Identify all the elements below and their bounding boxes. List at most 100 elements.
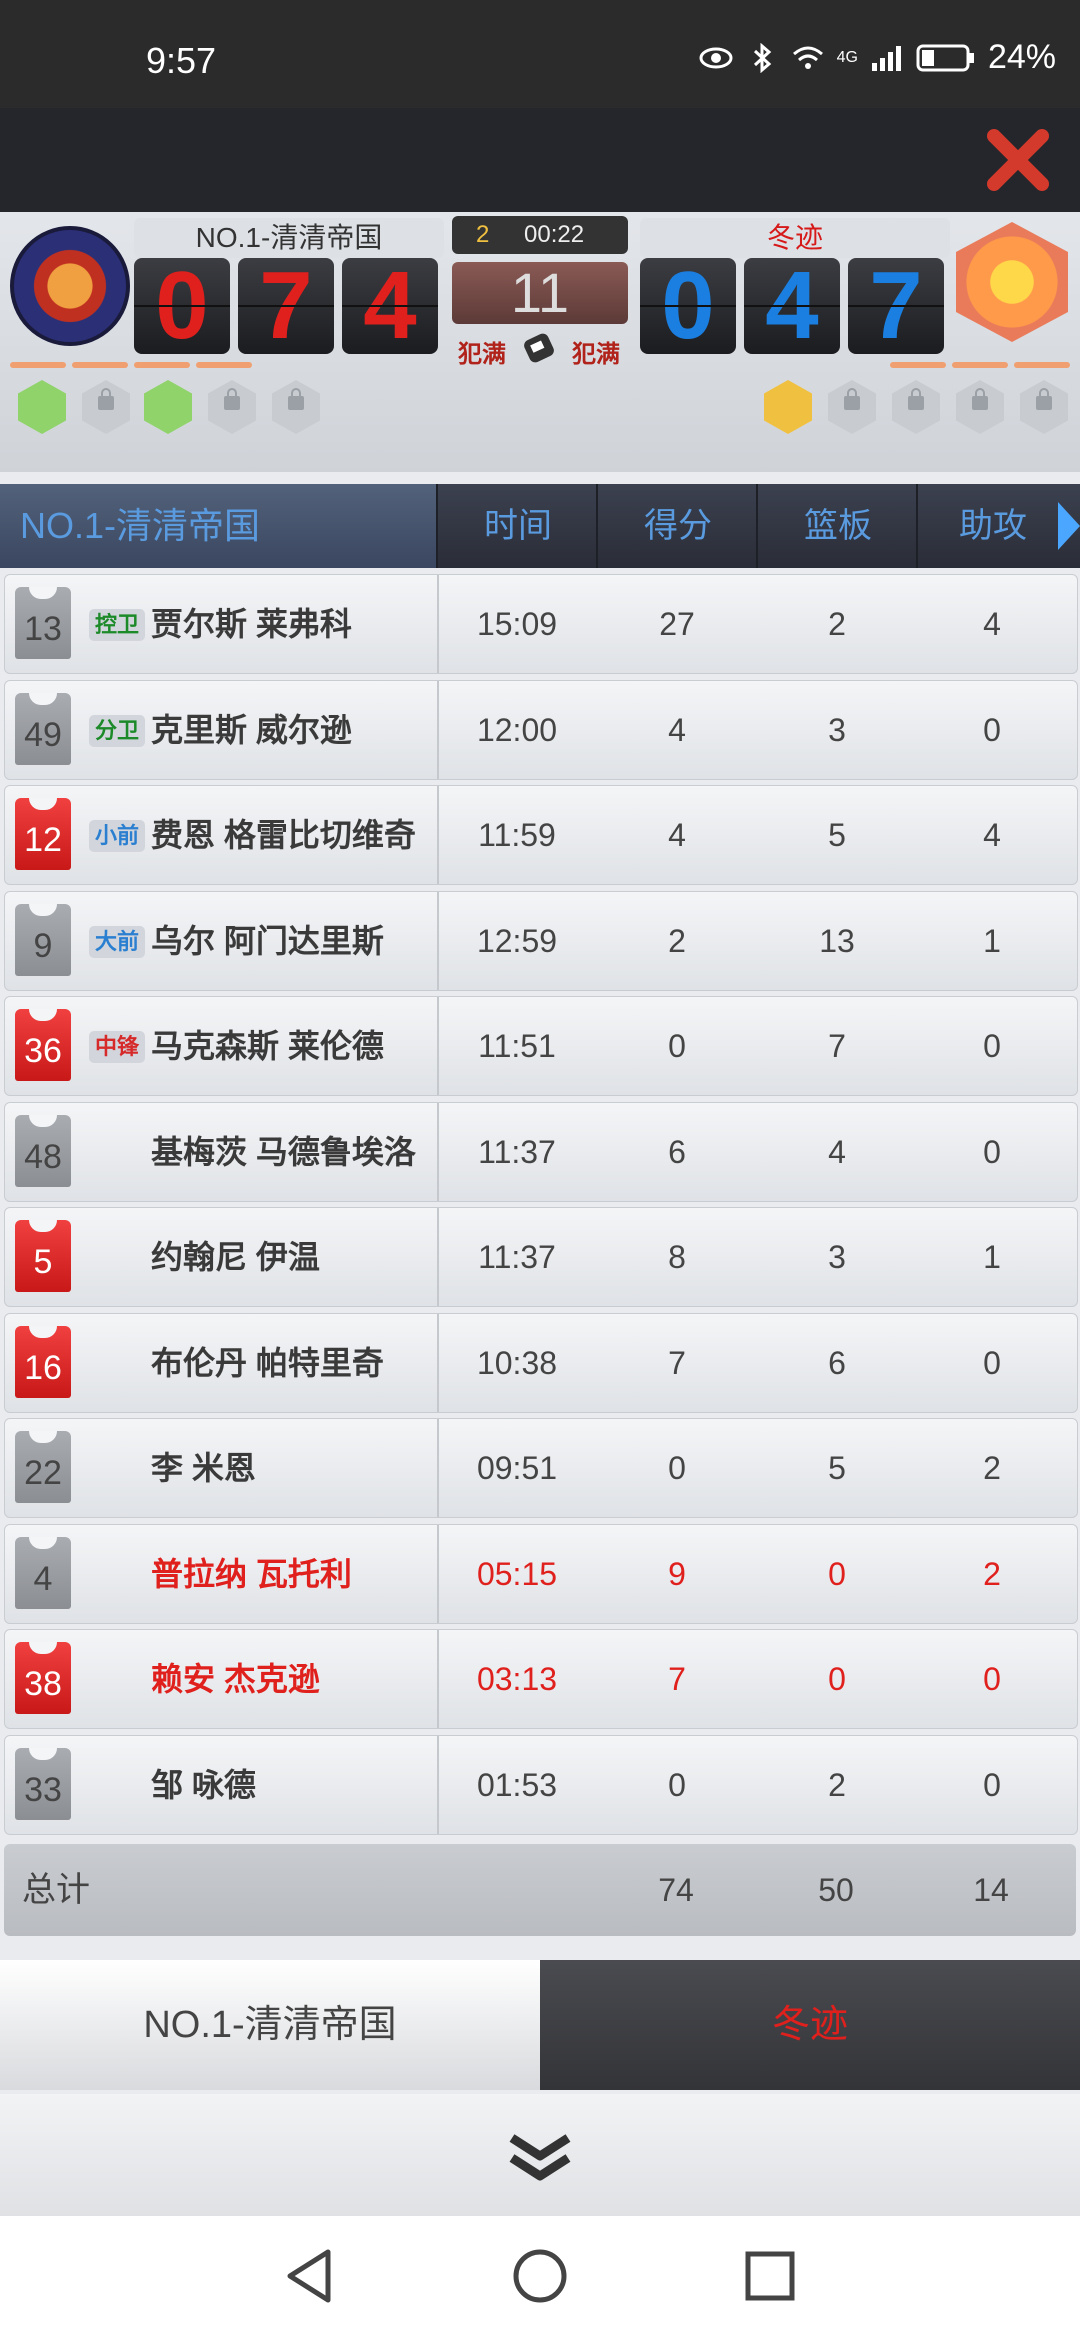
stat-assists: 0: [983, 1344, 1001, 1381]
locked-badge-icon[interactable]: [272, 380, 320, 434]
table-row[interactable]: 12 小前 费恩 格雷比切维奇 11:59 4 5 4: [4, 785, 1078, 885]
player-cell: 22 李 米恩: [5, 1419, 439, 1517]
locked-badge-icon[interactable]: [1020, 380, 1068, 434]
totals-assists: 14: [973, 1872, 1009, 1908]
home-icon[interactable]: [510, 2246, 570, 2306]
top-bar: [0, 108, 1080, 212]
player-cell: 12 小前 费恩 格雷比切维奇: [5, 786, 439, 884]
stat-points: 0: [668, 1766, 686, 1803]
tab-home-team[interactable]: NO.1-清清帝国: [0, 1960, 540, 2090]
stat-time: 12:59: [476, 922, 558, 959]
player-name: 普拉纳 瓦托利: [151, 1555, 352, 1592]
stat-rebounds: 7: [828, 1028, 846, 1064]
close-icon[interactable]: [984, 124, 1054, 194]
table-row[interactable]: 16 布伦丹 帕特里奇 10:38 7 6 0: [4, 1312, 1078, 1413]
player-cell: 9 大前 乌尔 阿门达里斯: [5, 891, 439, 990]
totals-rebounds: 50: [818, 1872, 854, 1908]
column-header-assists[interactable]: 助攻: [916, 484, 1068, 568]
jersey-number: 36: [15, 1009, 71, 1081]
away-foul-label: 犯满: [572, 341, 620, 368]
recents-icon[interactable]: [742, 2246, 798, 2306]
stat-assists: 4: [983, 606, 1001, 642]
scroll-right-arrow-icon[interactable]: [1058, 502, 1080, 550]
table-row[interactable]: 38 赖安 杰克逊 03:13 7 0 0: [4, 1629, 1078, 1729]
shot-clock: 11: [452, 262, 628, 324]
player-cell: 16 布伦丹 帕特里奇: [5, 1313, 439, 1412]
possession-icon: [524, 333, 554, 363]
locked-badge-icon[interactable]: [892, 380, 940, 434]
column-header-rebounds[interactable]: 篮板: [756, 484, 918, 568]
system-nav-bar: [0, 2216, 1080, 2340]
jersey-number: 49: [15, 692, 71, 765]
player-cell: 49 分卫 克里斯 威尔逊: [5, 680, 439, 779]
player-cell: 5 约翰尼 伊温: [5, 1208, 439, 1306]
locked-badge-icon[interactable]: [828, 380, 876, 434]
tab-away-team[interactable]: 冬迹: [540, 1960, 1080, 2090]
table-row[interactable]: 4 普拉纳 瓦托利 05:15 9 0 2: [4, 1523, 1078, 1624]
home-badge-icon[interactable]: [144, 380, 192, 434]
stat-assists: 0: [983, 1661, 1001, 1697]
expand-bar[interactable]: [0, 2094, 1080, 2216]
player-name: 基梅茨 马德鲁埃洛: [151, 1133, 416, 1170]
table-row[interactable]: 22 李 米恩 09:51 0 5 2: [4, 1418, 1078, 1518]
stat-time: 09:51: [476, 1450, 558, 1486]
player-name: 邹 咏德: [151, 1766, 256, 1803]
home-foul-label: 犯满: [458, 341, 506, 368]
totals-row: 总计 74 50 14: [4, 1844, 1076, 1936]
position-badge: 控卫: [89, 609, 145, 641]
player-cell: 48 基梅茨 马德鲁埃洛: [5, 1102, 439, 1201]
network-type: 4G: [836, 48, 858, 66]
column-header-points[interactable]: 得分: [596, 484, 758, 568]
player-name: 李 米恩: [151, 1450, 256, 1486]
stat-assists: 0: [983, 1028, 1001, 1064]
away-score-digit: 7: [848, 258, 944, 354]
status-time: 9:57: [146, 40, 217, 81]
signal-icon: [871, 45, 901, 71]
player-name: 费恩 格雷比切维奇: [151, 817, 416, 853]
player-name: 布伦丹 帕特里奇: [151, 1344, 384, 1381]
stat-assists: 2: [983, 1555, 1001, 1592]
stat-points: 6: [668, 1133, 686, 1170]
stat-time: 11:37: [478, 1133, 556, 1170]
lock-icon: [1036, 388, 1052, 410]
table-row[interactable]: 48 基梅茨 马德鲁埃洛 11:37 6 4 0: [4, 1101, 1078, 1202]
locked-badge-icon[interactable]: [208, 380, 256, 434]
lock-icon: [288, 388, 304, 410]
player-cell: 36 中锋 马克森斯 莱伦德: [5, 997, 439, 1095]
clock-time: 00:22: [524, 221, 585, 248]
game-clock: 2 00:22: [452, 216, 628, 254]
lock-icon: [972, 388, 988, 410]
table-row[interactable]: 5 约翰尼 伊温 11:37 8 3 1: [4, 1207, 1078, 1307]
home-badge-icon[interactable]: [18, 380, 66, 434]
stat-time: 01:53: [476, 1766, 558, 1803]
table-row[interactable]: 33 邹 咏德 01:53 0 2 0: [4, 1734, 1078, 1835]
stat-points: 0: [668, 1028, 686, 1064]
period-number: 2: [476, 221, 490, 248]
stat-rebounds: 0: [828, 1555, 846, 1592]
table-row[interactable]: 49 分卫 克里斯 威尔逊 12:00 4 3 0: [4, 679, 1078, 780]
away-foul-indicator: [890, 362, 946, 368]
battery-percent: 24%: [987, 38, 1056, 76]
stat-assists: 0: [983, 711, 1001, 748]
stat-time: 11:51: [478, 1028, 556, 1064]
jersey-number: 13: [15, 587, 71, 659]
double-chevron-down-icon[interactable]: [506, 2132, 574, 2186]
stat-points: 9: [668, 1555, 686, 1592]
stat-assists: 2: [983, 1450, 1001, 1486]
table-row[interactable]: 9 大前 乌尔 阿门达里斯 12:59 2 13 1: [4, 890, 1078, 991]
back-icon[interactable]: [282, 2246, 338, 2306]
table-row[interactable]: 36 中锋 马克森斯 莱伦德 11:51 0 7 0: [4, 996, 1078, 1096]
table-row[interactable]: 13 控卫 贾尔斯 莱弗科 15:09 27 2 4: [4, 574, 1078, 674]
stat-points: 4: [668, 711, 686, 748]
away-badge-icon[interactable]: [764, 380, 812, 434]
stat-rebounds: 3: [828, 1239, 846, 1275]
battery-icon: [916, 44, 974, 71]
stat-points: 8: [668, 1239, 686, 1275]
bluetooth-icon: [753, 42, 771, 73]
stat-assists: 0: [983, 1133, 1001, 1170]
column-header-time[interactable]: 时间: [436, 484, 598, 568]
locked-badge-icon[interactable]: [82, 380, 130, 434]
stat-rebounds: 4: [828, 1133, 846, 1170]
stat-rebounds: 5: [828, 1450, 846, 1486]
locked-badge-icon[interactable]: [956, 380, 1004, 434]
